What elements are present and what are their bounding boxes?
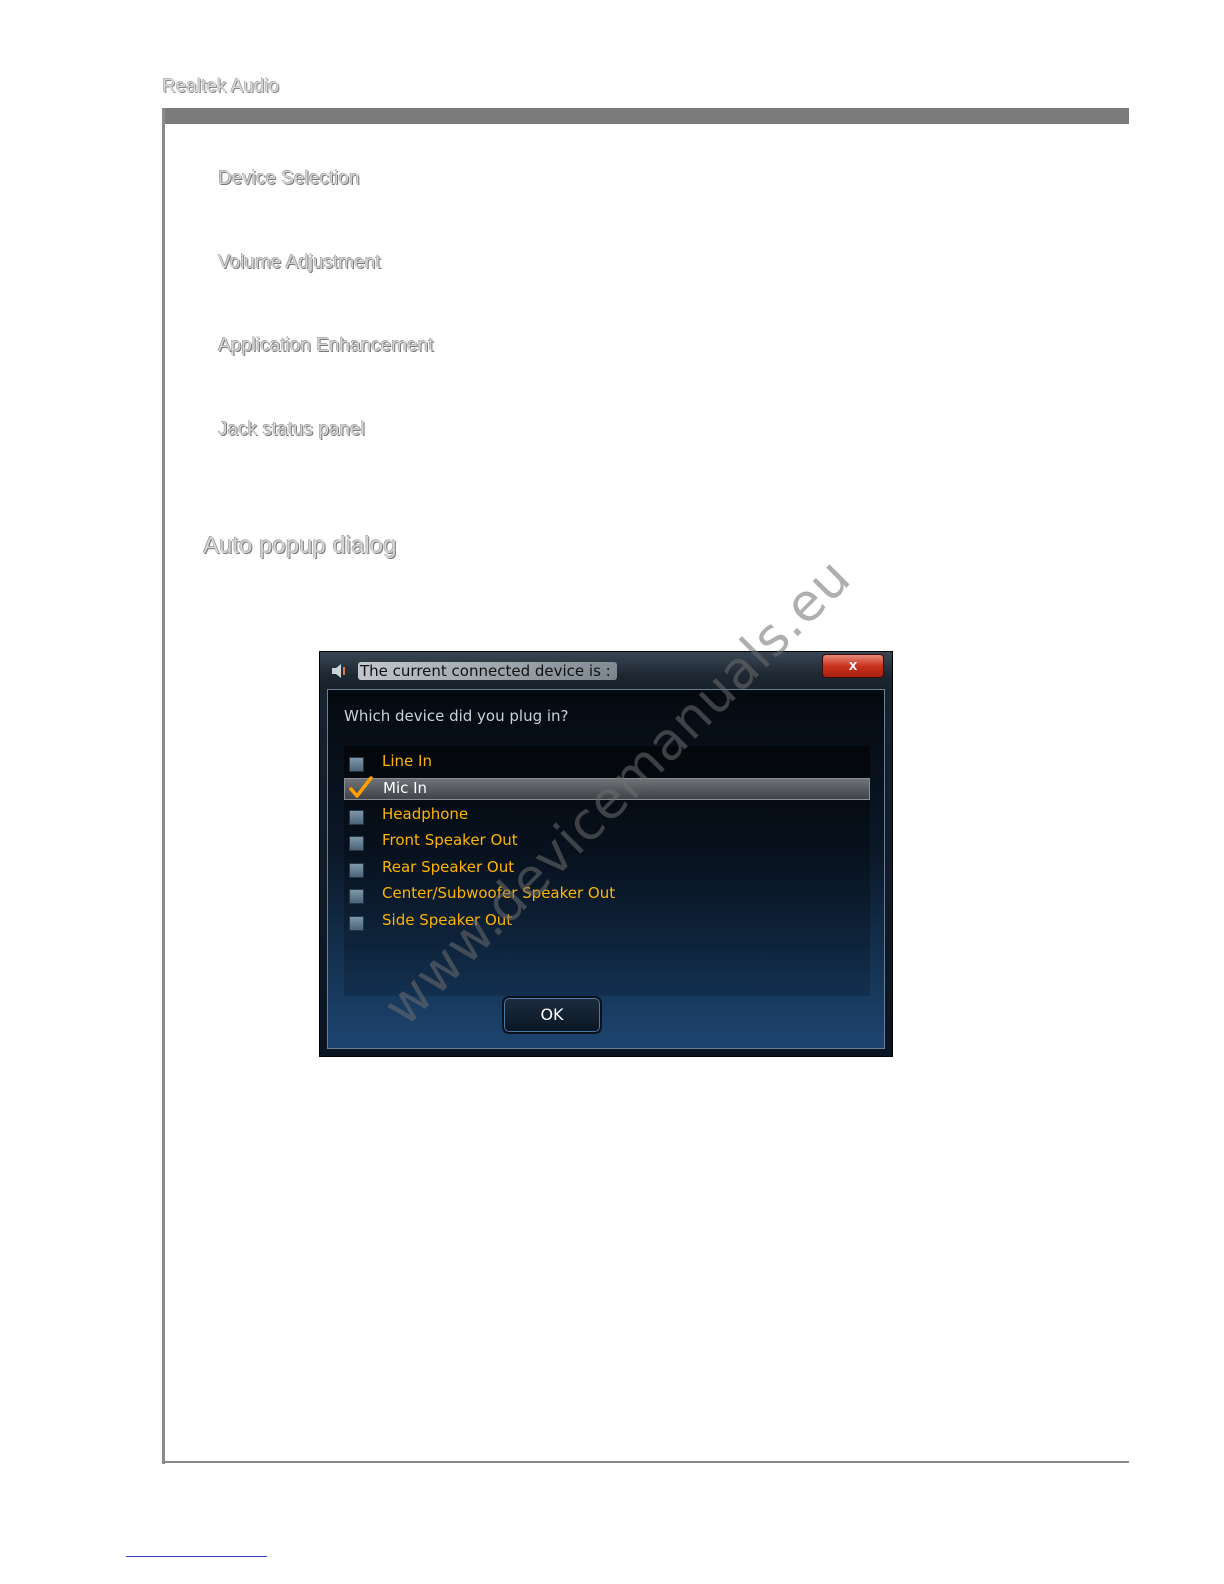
auto-popup-dialog: The current connected device is : x Whic…: [319, 651, 893, 1057]
list-item-side-speaker-out[interactable]: Side Speaker Out: [344, 911, 870, 933]
list-item-center-subwoofer-speaker-out[interactable]: Center/Subwoofer Speaker Out: [344, 884, 870, 906]
list-item-line-in[interactable]: Line In: [344, 752, 870, 774]
dialog-question: Which device did you plug in?: [344, 707, 569, 725]
auto-popup-heading: Auto popup dialog: [203, 532, 397, 559]
list-item-label: Mic In: [383, 779, 428, 797]
list-item-label: Center/Subwoofer Speaker Out: [382, 884, 616, 902]
checkbox[interactable]: [349, 916, 364, 931]
checkbox[interactable]: [349, 757, 364, 772]
checkbox[interactable]: [349, 810, 364, 825]
section-heading-jack-status-panel: Jack status panel: [218, 419, 365, 440]
dialog-client-area: Which device did you plug in? Line In Mi…: [327, 689, 885, 1049]
dialog-titlebar: The current connected device is : x: [320, 652, 892, 690]
list-item-front-speaker-out[interactable]: Front Speaker Out: [344, 831, 870, 853]
list-item-mic-in[interactable]: Mic In: [344, 775, 870, 801]
dialog-title: The current connected device is :: [358, 662, 617, 680]
close-button[interactable]: x: [822, 654, 884, 678]
list-item-label: Side Speaker Out: [382, 911, 513, 929]
section-heading-volume-adjustment: Volume Adjustment: [218, 252, 381, 273]
speaker-icon: [332, 664, 345, 678]
bottom-rule: [162, 1461, 1129, 1463]
list-item-label: Headphone: [382, 805, 469, 823]
list-item-label: Front Speaker Out: [382, 831, 518, 849]
list-item-rear-speaker-out[interactable]: Rear Speaker Out: [344, 858, 870, 880]
page-header-title: Realtek Audio: [162, 76, 280, 97]
list-item-label: Rear Speaker Out: [382, 858, 515, 876]
left-rule: [162, 108, 165, 1464]
header-bar: [163, 108, 1129, 124]
list-item-label: Line In: [382, 752, 432, 770]
footer-link-underline[interactable]: [126, 1556, 267, 1557]
device-list: Line In Mic In Headphone Front Speaker O…: [344, 746, 870, 996]
checkbox[interactable]: [349, 863, 364, 878]
section-heading-application-enhancement: Application Enhancement: [218, 335, 434, 356]
checkbox[interactable]: [349, 836, 364, 851]
close-icon: x: [848, 657, 858, 674]
checkbox[interactable]: [349, 889, 364, 904]
ok-button[interactable]: OK: [502, 996, 602, 1034]
list-item-headphone[interactable]: Headphone: [344, 805, 870, 827]
checkmark-icon[interactable]: [348, 775, 374, 801]
section-heading-device-selection: Device Selection: [218, 168, 360, 189]
